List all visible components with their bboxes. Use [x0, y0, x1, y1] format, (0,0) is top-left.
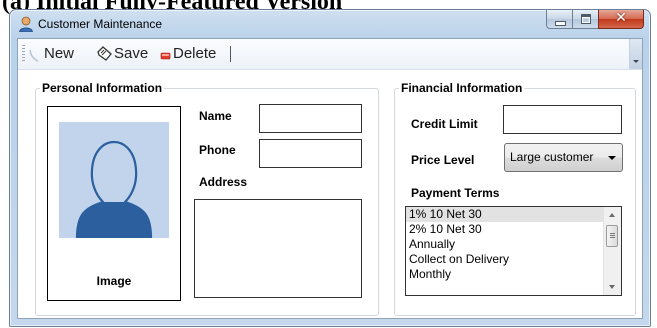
personal-information-heading: Personal Information — [40, 81, 165, 95]
price-level-value: Large customer — [510, 150, 594, 164]
window-controls: ✕ — [546, 9, 644, 30]
name-label: Name — [199, 109, 232, 123]
address-label: Address — [199, 175, 248, 189]
toolbar-grip[interactable] — [22, 45, 25, 63]
scroll-up-icon[interactable] — [609, 213, 615, 217]
personal-information-group: Personal Information Image Name Phone Ad… — [35, 81, 379, 316]
customer-maintenance-window: Customer Maintenance ✕ New Save Delete P… — [9, 9, 651, 327]
grip-icon — [610, 233, 615, 239]
address-field[interactable] — [194, 199, 362, 298]
name-field[interactable] — [259, 104, 362, 133]
payment-term-item[interactable]: 1% 10 Net 30 — [406, 207, 621, 222]
maximize-button[interactable] — [572, 10, 598, 29]
title-bar[interactable]: Customer Maintenance ✕ — [10, 9, 650, 38]
vertical-scrollbar[interactable] — [603, 207, 621, 295]
delete-icon — [160, 52, 171, 59]
close-icon: ✕ — [615, 9, 627, 25]
toolbar: New Save Delete — [18, 39, 642, 70]
delete-button-label: Delete — [173, 45, 217, 62]
phone-label: Phone — [199, 143, 236, 157]
client-area: New Save Delete Personal Information Ima… — [17, 38, 643, 319]
delete-button[interactable]: Delete — [159, 45, 216, 62]
financial-information-heading: Financial Information — [399, 81, 525, 95]
payment-terms-list[interactable]: 1% 10 Net 30 2% 10 Net 30 Annually Colle… — [405, 206, 622, 296]
new-document-icon — [29, 49, 39, 62]
payment-term-item[interactable]: Annually — [406, 237, 621, 252]
price-level-label: Price Level — [411, 153, 475, 167]
minimize-icon — [555, 21, 566, 26]
payment-term-item[interactable]: Collect on Delivery — [406, 252, 621, 267]
phone-field[interactable] — [259, 139, 362, 168]
save-button[interactable]: Save — [96, 45, 148, 62]
toolbar-separator — [230, 46, 231, 62]
save-icon — [97, 45, 112, 61]
customer-image-frame[interactable]: Image — [47, 106, 181, 301]
financial-information-group: Financial Information Credit Limit Price… — [394, 81, 636, 316]
maximize-icon — [581, 14, 591, 24]
avatar — [59, 122, 169, 238]
payment-term-item[interactable]: Monthly — [406, 267, 621, 282]
toolbar-overflow-button[interactable] — [629, 39, 642, 69]
customer-app-icon — [19, 16, 33, 32]
save-button-label: Save — [114, 45, 149, 62]
new-button-label: New — [44, 45, 75, 62]
credit-limit-label: Credit Limit — [411, 117, 478, 131]
payment-term-item[interactable]: 2% 10 Net 30 — [406, 222, 621, 237]
payment-terms-label: Payment Terms — [411, 186, 500, 200]
chevron-down-icon — [608, 156, 616, 160]
minimize-button[interactable] — [546, 10, 572, 29]
scrollbar-thumb[interactable] — [606, 225, 618, 247]
person-silhouette-icon — [75, 140, 153, 238]
close-button[interactable]: ✕ — [598, 9, 644, 29]
new-button[interactable]: New — [28, 45, 74, 62]
scroll-down-icon[interactable] — [609, 285, 615, 289]
window-title: Customer Maintenance — [38, 17, 163, 31]
price-level-dropdown[interactable]: Large customer — [504, 143, 623, 172]
image-label: Image — [96, 274, 132, 288]
credit-limit-field[interactable] — [503, 105, 622, 134]
